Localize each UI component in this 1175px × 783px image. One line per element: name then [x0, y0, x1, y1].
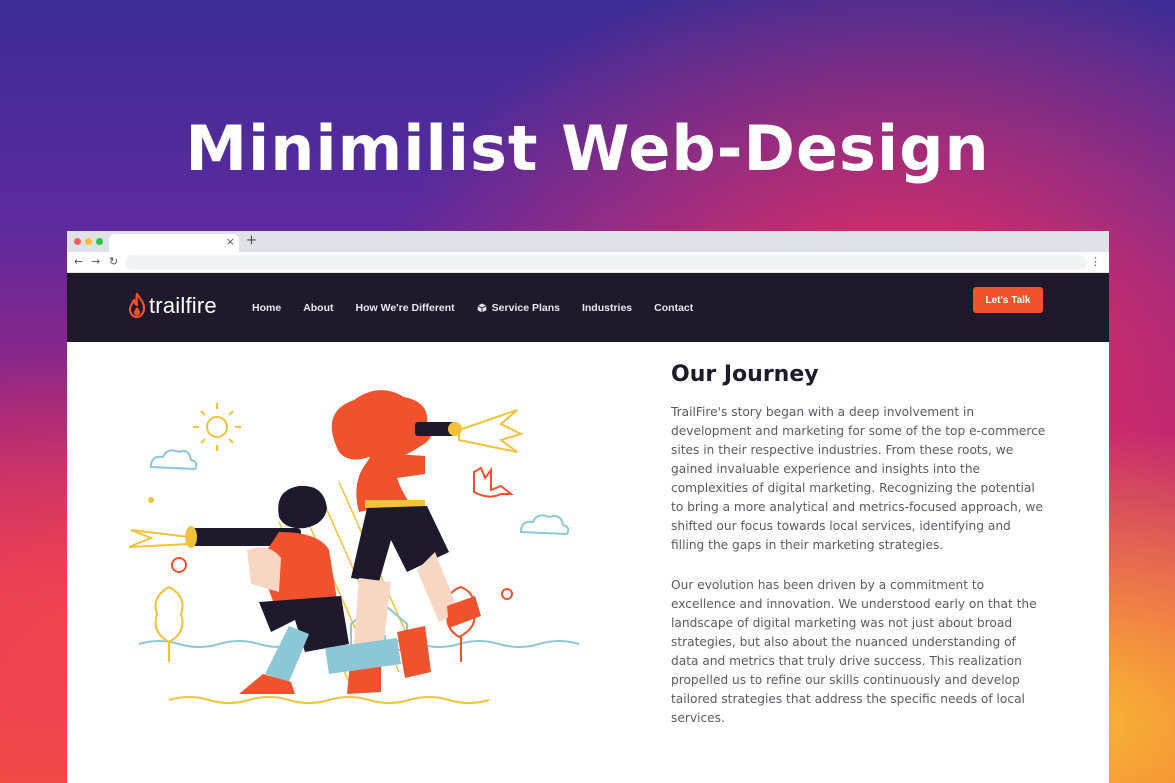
window-maximize-dot[interactable] — [96, 238, 103, 245]
nav-item-service-plans[interactable]: Service Plans — [477, 302, 560, 314]
journey-paragraph: TrailFire's story began with a deep invo… — [671, 405, 1046, 552]
lets-talk-button[interactable]: Let's Talk — [973, 287, 1043, 313]
logo-text: trailfire — [149, 293, 217, 318]
nav-item-label: About — [303, 301, 334, 314]
nav-item-about[interactable]: About — [303, 302, 333, 314]
nav-item-label: Home — [252, 301, 282, 314]
explorers-illustration — [129, 390, 580, 704]
url-input[interactable] — [125, 255, 1087, 270]
nav-item-how-were-different[interactable]: How We're Different — [356, 302, 455, 314]
flame-icon — [128, 293, 146, 319]
hero-title: Minimilist Web-Design — [185, 112, 990, 185]
reload-icon[interactable]: ↻ — [109, 255, 118, 268]
site-header: trailfire Home About How We're Different… — [67, 273, 1109, 342]
cube-icon — [477, 303, 487, 312]
journey-section: Our Journey TrailFire's story began with… — [67, 342, 1109, 783]
nav-item-contact[interactable]: Contact — [654, 302, 693, 314]
window-close-dot[interactable] — [74, 238, 81, 245]
browser-window: × + ← → ↻ ⋮ trailfire Home About How We'… — [67, 231, 1109, 783]
browser-address-bar: ← → ↻ ⋮ — [67, 252, 1109, 273]
nav-item-label: Service Plans — [491, 301, 560, 314]
site-logo[interactable]: trailfire — [127, 293, 217, 319]
nav-item-industries[interactable]: Industries — [582, 302, 632, 314]
browser-menu-icon[interactable]: ⋮ — [1090, 255, 1101, 268]
forward-icon[interactable]: → — [91, 255, 100, 268]
nav-item-label: Industries — [581, 301, 633, 314]
new-tab-icon[interactable]: + — [246, 233, 257, 248]
journey-text: Our Journey TrailFire's story began with… — [671, 362, 1047, 728]
section-title: Our Journey — [671, 362, 819, 387]
browser-tab-bar: × + — [67, 231, 1109, 252]
nav-item-home[interactable]: Home — [252, 302, 281, 314]
nav-item-label: How We're Different — [355, 301, 455, 314]
journey-paragraph: Our evolution has been driven by a commi… — [671, 578, 1037, 725]
window-minimize-dot[interactable] — [85, 238, 92, 245]
nav-item-label: Contact — [654, 301, 694, 314]
tab-close-icon[interactable]: × — [226, 235, 235, 248]
browser-tab[interactable]: × — [109, 234, 239, 252]
main-nav: Home About How We're Different Service P… — [252, 273, 693, 342]
back-icon[interactable]: ← — [74, 255, 83, 268]
